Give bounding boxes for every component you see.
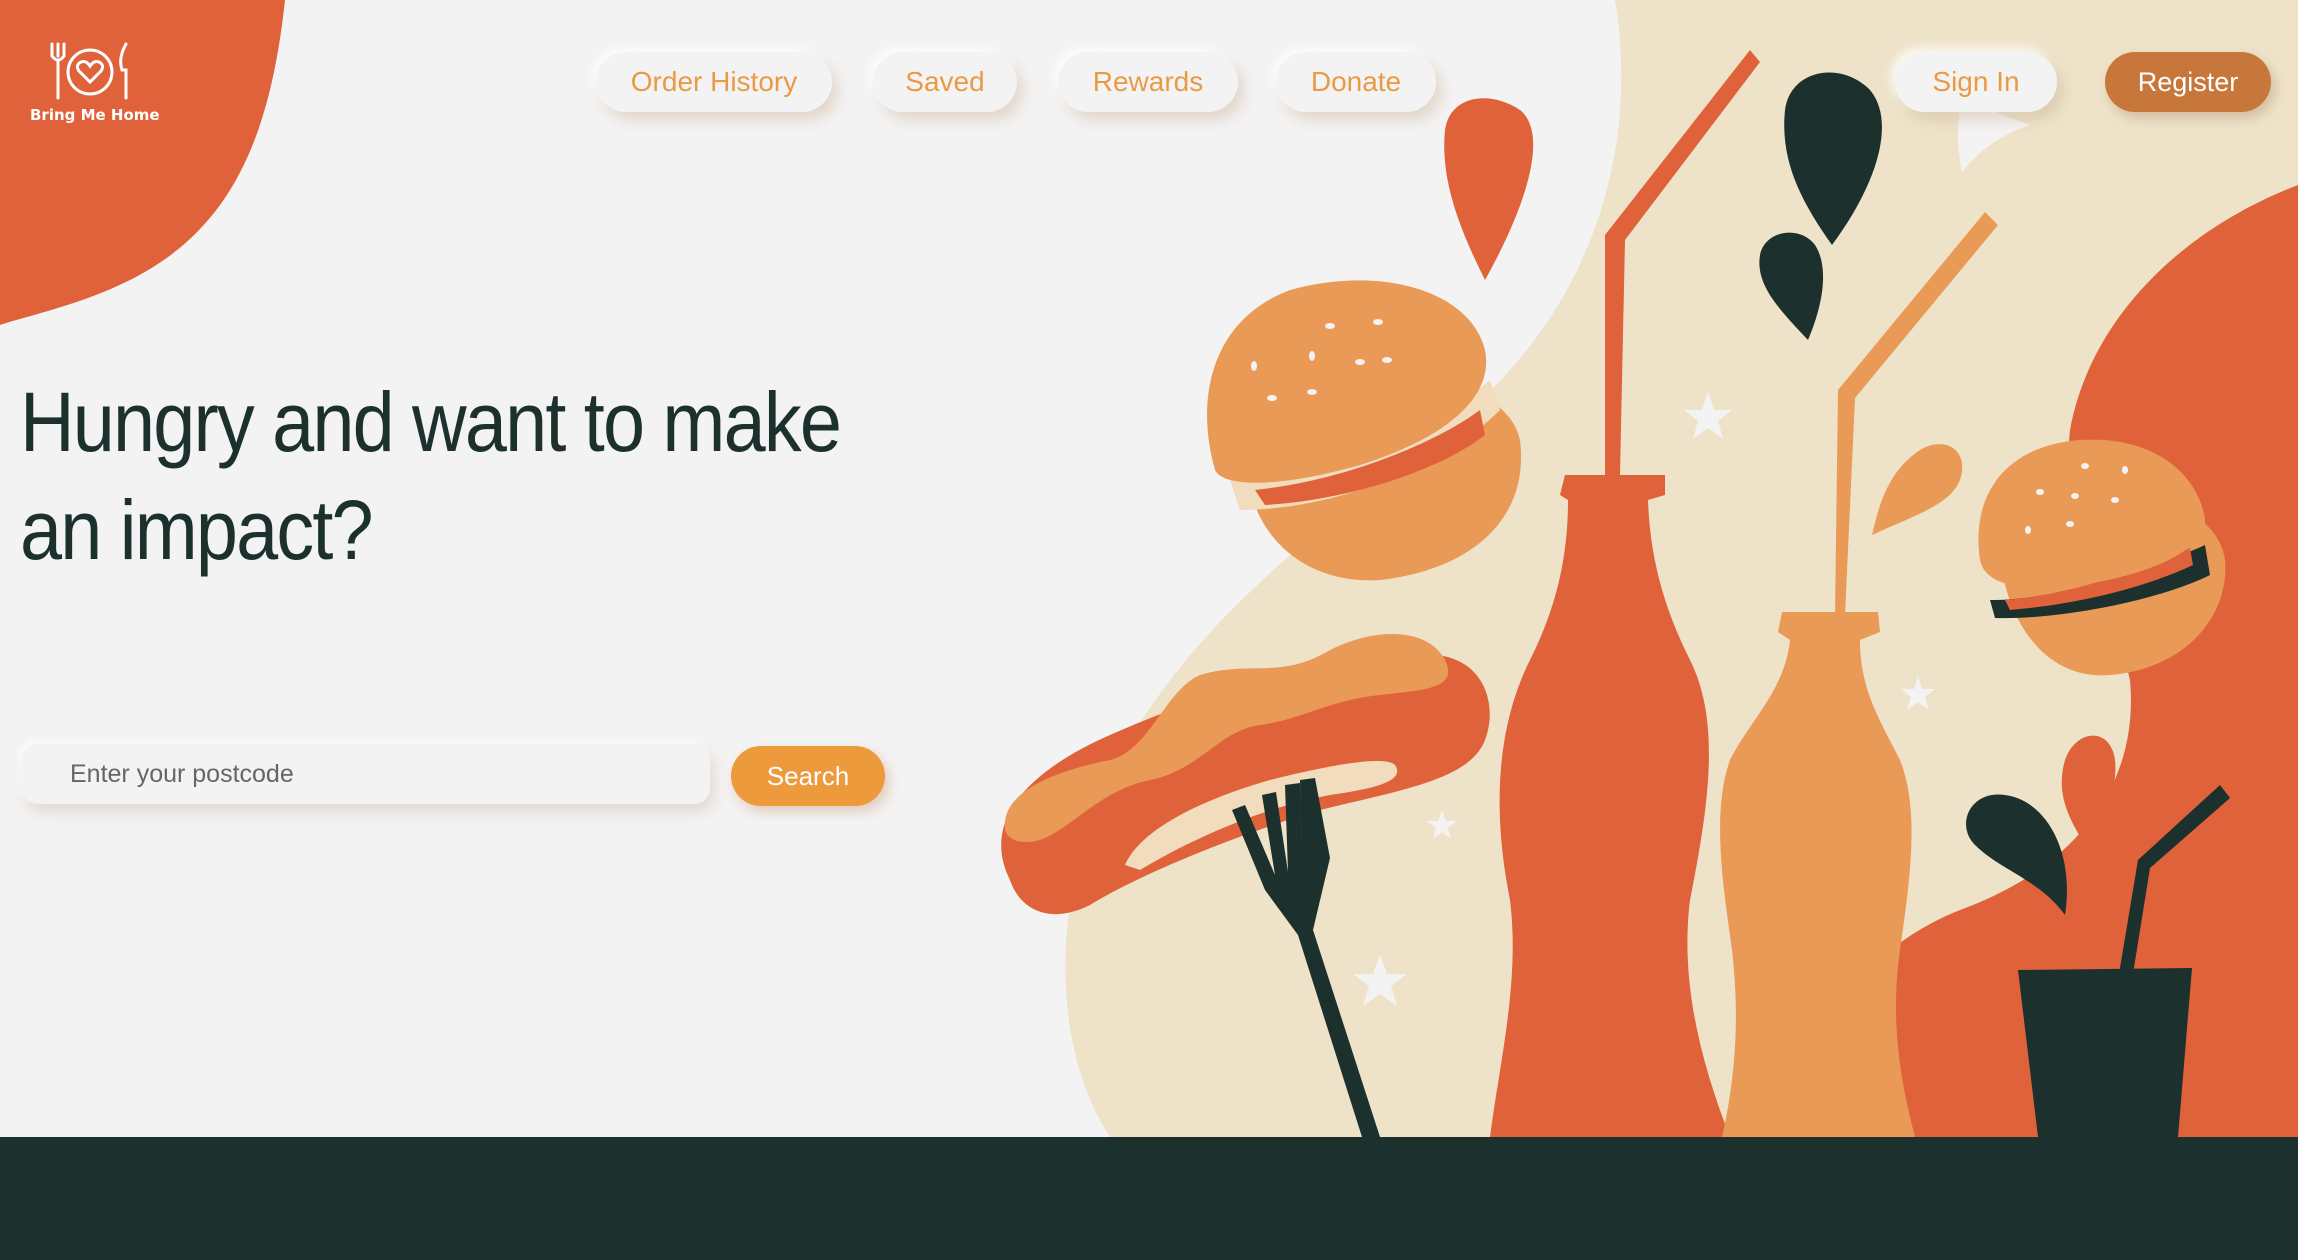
nav-order-history[interactable]: Order History xyxy=(596,52,832,112)
burger-icon xyxy=(1207,280,1522,581)
register-button[interactable]: Register xyxy=(2105,52,2271,112)
sign-in-button[interactable]: Sign In xyxy=(1895,52,2057,112)
nav-saved[interactable]: Saved xyxy=(873,52,1017,112)
footer-bar xyxy=(0,1137,2298,1260)
brand-logo[interactable]: Bring Me Home xyxy=(30,40,160,124)
sauce-drop-icon xyxy=(1444,98,1534,280)
brand-name: Bring Me Home xyxy=(30,106,160,124)
landing-page: Bring Me Home Order History Saved Reward… xyxy=(0,0,2298,1260)
search-button[interactable]: Search xyxy=(731,746,885,806)
hero-headline: Hungry and want to make an impact? xyxy=(20,375,842,577)
nav-rewards[interactable]: Rewards xyxy=(1058,52,1238,112)
plate-heart-cutlery-icon xyxy=(50,42,128,100)
nav-donate[interactable]: Donate xyxy=(1276,52,1436,112)
postcode-search-input[interactable] xyxy=(22,744,710,804)
hero-illustration xyxy=(0,0,2298,1137)
